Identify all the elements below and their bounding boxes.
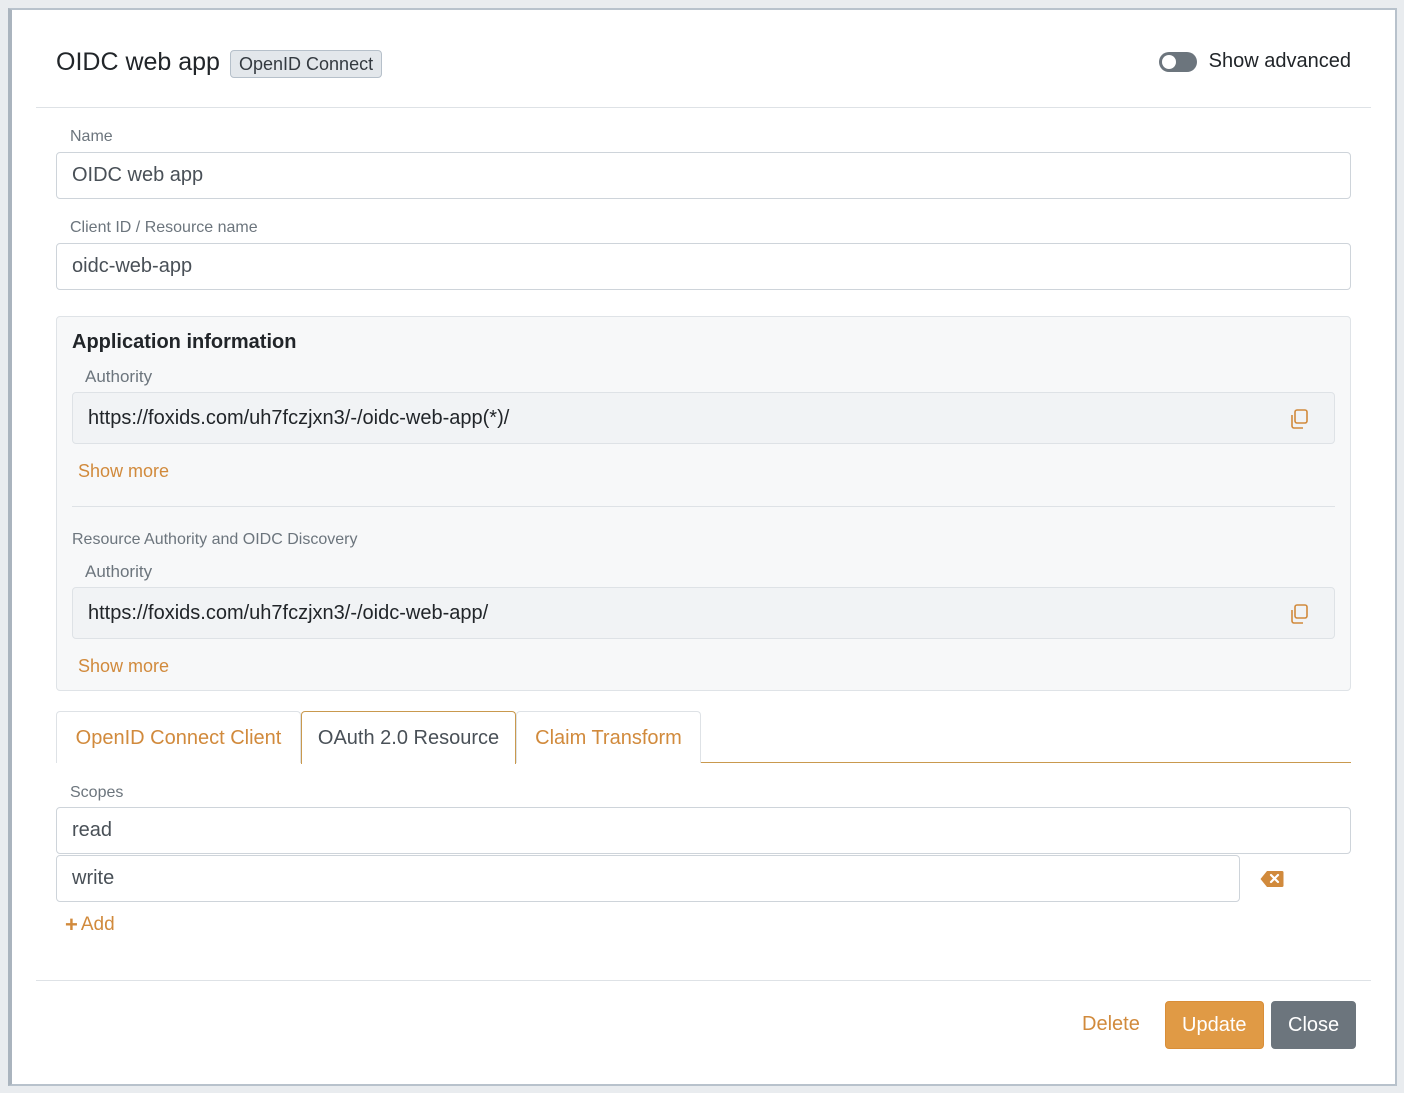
authority-label: Authority (85, 367, 153, 386)
add-scope-button[interactable]: + Add (65, 912, 115, 938)
show-more-link[interactable]: Show more (78, 461, 169, 482)
copy-icon[interactable] (1288, 408, 1310, 430)
card-divider (72, 506, 1335, 507)
authority-field: https://foxids.com/uh7fczjxn3/-/oidc-web… (72, 392, 1335, 444)
scope-input-read[interactable]: read (56, 807, 1351, 854)
tab-claim-transform[interactable]: Claim Transform (516, 711, 701, 763)
plus-icon: + (65, 912, 78, 937)
scope-input-write[interactable]: write (56, 855, 1240, 902)
add-scope-label: Add (80, 914, 115, 935)
resource-authority-label: Authority (85, 562, 153, 581)
application-information-card: Application information Authority https:… (56, 316, 1351, 691)
resource-authority-value: https://foxids.com/uh7fczjxn3/-/oidc-web… (88, 602, 489, 624)
toggle-switch[interactable] (1158, 51, 1197, 72)
backspace-icon[interactable] (1260, 870, 1284, 888)
protocol-badge: OpenID Connect (230, 50, 383, 78)
delete-button[interactable]: Delete (1066, 1001, 1156, 1049)
tab-oauth-resource[interactable]: OAuth 2.0 Resource (301, 711, 516, 764)
resource-authority-field: https://foxids.com/uh7fczjxn3/-/oidc-web… (72, 587, 1335, 639)
name-input[interactable]: OIDC web app (56, 152, 1351, 199)
resource-show-more-link[interactable]: Show more (78, 656, 169, 677)
dialog-header: OIDC web app OpenID Connect Show advance… (36, 10, 1371, 108)
dialog-footer: Delete Update Close (36, 980, 1371, 1086)
authority-value: https://foxids.com/uh7fczjxn3/-/oidc-web… (88, 407, 510, 429)
update-button[interactable]: Update (1165, 1001, 1264, 1049)
client-id-input[interactable]: oidc-web-app (56, 243, 1351, 290)
client-id-label: Client ID / Resource name (70, 219, 258, 236)
toggle-knob (1161, 54, 1176, 69)
copy-icon[interactable] (1288, 603, 1310, 625)
resource-authority-section-label: Resource Authority and OIDC Discovery (72, 531, 358, 548)
tab-openid-connect-client[interactable]: OpenID Connect Client (56, 711, 301, 763)
show-advanced-toggle[interactable]: Show advanced (1158, 50, 1351, 73)
dialog-title: OIDC web app (56, 48, 220, 76)
show-advanced-label: Show advanced (1208, 50, 1351, 72)
edit-application-dialog: OIDC web app OpenID Connect Show advance… (8, 8, 1397, 1086)
scopes-label: Scopes (70, 784, 124, 801)
name-label: Name (70, 128, 113, 145)
close-button[interactable]: Close (1271, 1001, 1357, 1049)
tab-bar: OpenID Connect Client OAuth 2.0 Resource… (56, 711, 1351, 764)
application-information-title: Application information (72, 331, 297, 353)
